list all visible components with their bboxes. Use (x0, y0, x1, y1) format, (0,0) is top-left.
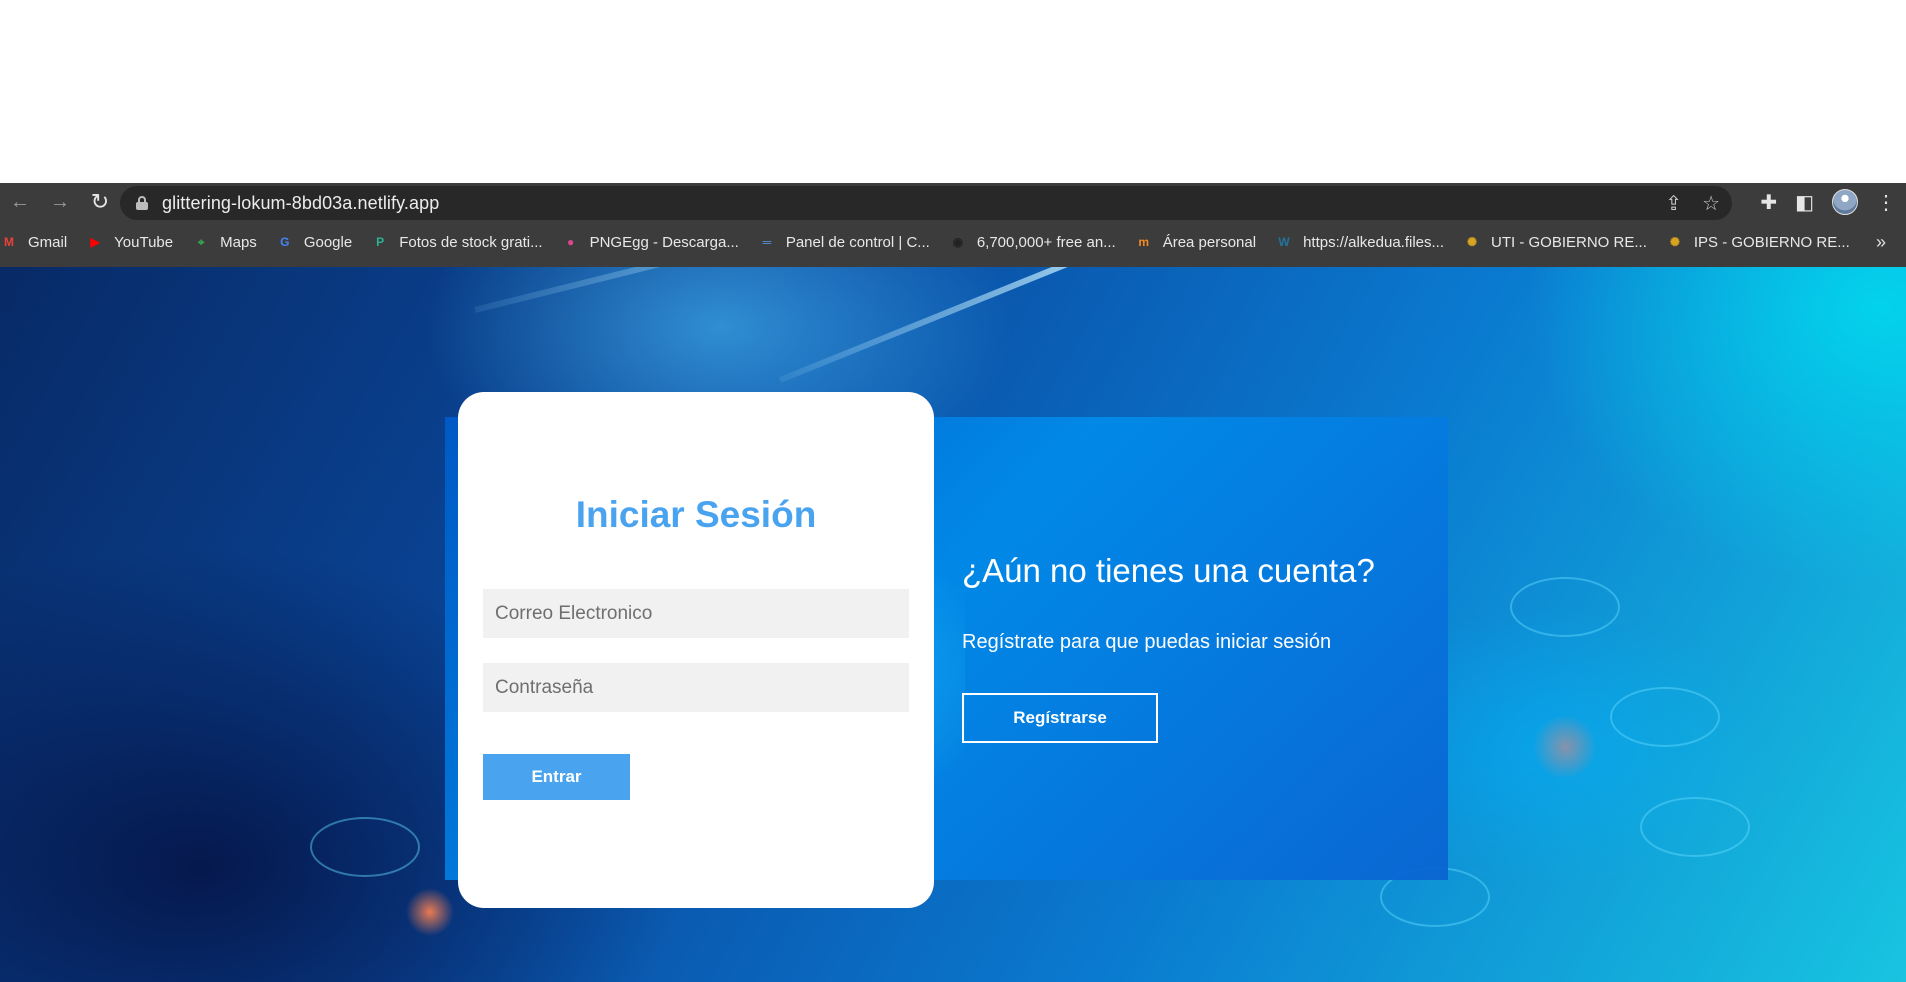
bookmark-item[interactable]: m Área personal (1135, 233, 1256, 251)
address-bar[interactable]: glittering-lokum-8bd03a.netlify.app ⇪ ☆ (120, 186, 1732, 220)
bookmark-item[interactable]: ✺ UTI - GOBIERNO RE... (1463, 233, 1647, 251)
bookmark-item[interactable]: P Fotos de stock grati... (371, 233, 542, 251)
bookmarks-bar: M Gmail ▶ YouTube ⌖ Maps G Google P Fotos de stoc… (0, 225, 1906, 259)
gmail-icon: M (4, 235, 14, 249)
decorative-light-line (778, 267, 1097, 383)
login-button[interactable]: Entrar (483, 754, 630, 800)
bookmark-label: 6,700,000+ free an... (976, 233, 1116, 251)
bookmark-item[interactable]: ═ Panel de control | C... (758, 233, 930, 251)
bookmark-item[interactable]: ▶ YouTube (86, 233, 174, 251)
gov-seal-icon: ✺ (1669, 235, 1680, 249)
forward-arrow-icon: → (50, 190, 70, 213)
browser-chrome: ← → ↻ glittering-lokum-8bd03a.netlify.ap… (0, 183, 1906, 267)
bookmark-label: UTI - GOBIERNO RE... (1491, 233, 1647, 251)
bookmark-label: Google (303, 233, 353, 251)
stock-photos-icon: P (376, 235, 385, 249)
bookmark-label: YouTube (114, 233, 174, 251)
reload-icon: ↻ (90, 189, 110, 214)
control-panel-icon: ═ (762, 235, 772, 249)
bookmark-label: Maps (220, 233, 257, 251)
register-button[interactable]: Regístrarse (962, 693, 1158, 743)
url-text: glittering-lokum-8bd03a.netlify.app (162, 192, 440, 213)
register-description: Regístrate para que puedas iniciar sesió… (962, 631, 1332, 653)
login-title: Iniciar Sesión (575, 494, 817, 535)
bookmark-label: IPS - GOBIERNO RE... (1693, 233, 1850, 251)
reload-button[interactable]: ↻ (80, 183, 120, 221)
bookmark-label: Gmail (28, 233, 68, 251)
pngegg-icon: ● (566, 235, 575, 249)
share-icon[interactable]: ⇪ (1665, 191, 1682, 216)
decorative-ring (1640, 797, 1750, 857)
bookmark-label: Área personal (1162, 233, 1257, 251)
back-arrow-icon: ← (10, 190, 30, 213)
personal-area-icon: m (1138, 235, 1150, 249)
bookmark-star-icon[interactable]: ☆ (1702, 191, 1720, 216)
bookmark-label: PNGEgg - Descarga... (589, 233, 739, 251)
youtube-icon: ▶ (90, 235, 100, 249)
forward-button[interactable]: → (40, 183, 80, 221)
bookmark-item[interactable]: Whttps://alkedua.files... (1275, 233, 1444, 251)
gov-seal-icon: ✺ (1466, 235, 1478, 249)
register-title: ¿Aún no tienes una cuenta? (962, 552, 1375, 589)
bookmark-item[interactable]: M Gmail (0, 233, 67, 251)
bookmark-item[interactable]: G Google (276, 233, 352, 251)
bookmarks-overflow-button[interactable]: » (1876, 232, 1886, 253)
bookmark-label: https://alkedua.files... (1303, 233, 1445, 251)
maps-icon: ⌖ (197, 234, 205, 249)
decorative-ring (310, 817, 420, 877)
page-background: Iniciar Sesión Entrar ¿Aún no tienes una… (0, 267, 1906, 982)
profile-avatar[interactable] (1832, 189, 1858, 215)
login-card: Iniciar Sesión Entrar (458, 392, 934, 908)
lock-icon (136, 196, 148, 210)
side-panel-icon[interactable]: ◧ (1795, 190, 1814, 215)
bookmark-item[interactable]: ◉ 6,700,000+ free an... (949, 233, 1116, 251)
bookmark-item[interactable]: ⌖ Maps (192, 233, 257, 251)
browser-toolbar: ← → ↻ glittering-lokum-8bd03a.netlify.ap… (0, 183, 1906, 221)
back-button[interactable]: ← (0, 183, 40, 221)
bookmark-item[interactable]: ✺ IPS - GOBIERNO RE... (1666, 233, 1850, 251)
bookmark-label: Panel de control | C... (785, 233, 930, 251)
email-field[interactable] (483, 589, 909, 638)
bookmark-item[interactable]: ● PNGEgg - Descarga... (562, 233, 739, 251)
decorative-ring (1510, 577, 1620, 637)
password-field[interactable] (483, 663, 909, 712)
wordpress-icon: W (1278, 235, 1290, 249)
extensions-icon[interactable]: ✚ (1760, 190, 1777, 215)
decorative-ring (1610, 687, 1720, 747)
menu-icon[interactable]: ⋮ (1876, 190, 1896, 215)
bookmark-label: Fotos de stock grati... (399, 233, 543, 251)
free-assets-icon: ◉ (952, 235, 964, 249)
google-icon: G (280, 235, 290, 249)
blank-area (0, 0, 1906, 183)
